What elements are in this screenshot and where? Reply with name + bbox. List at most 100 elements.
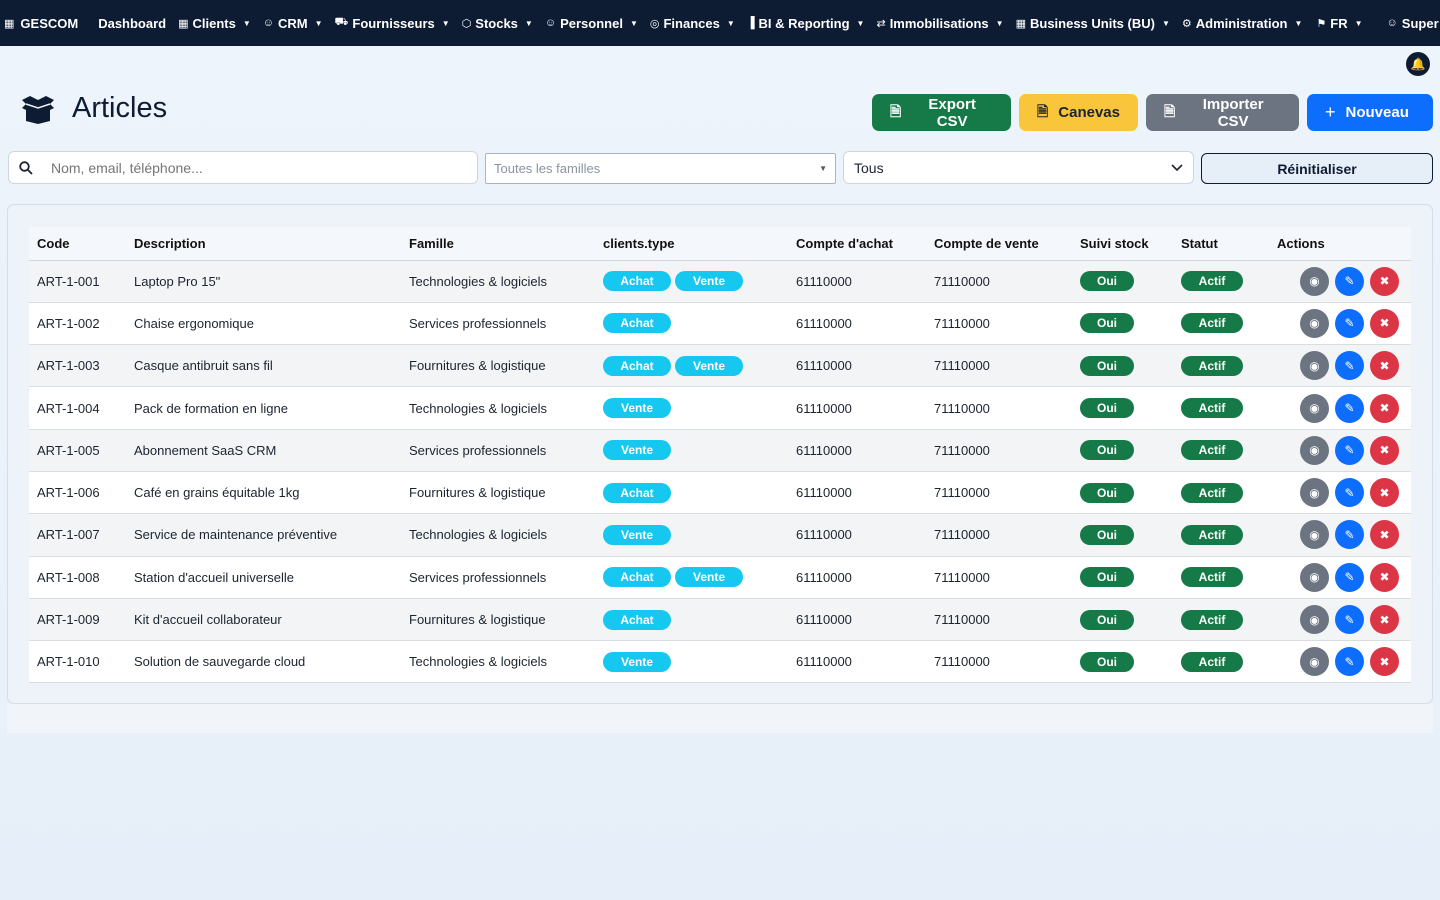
view-button[interactable]: ◉ bbox=[1300, 393, 1329, 423]
pencil-square-icon: ✎ bbox=[1344, 274, 1355, 289]
delete-button[interactable]: ✖ bbox=[1370, 520, 1399, 550]
pencil-square-icon: ✎ bbox=[1344, 443, 1355, 458]
bar-chart-icon: ▐ bbox=[746, 17, 755, 29]
pencil-square-icon: ✎ bbox=[1344, 485, 1355, 500]
edit-button[interactable]: ✎ bbox=[1335, 562, 1364, 592]
trash-icon: ✖ bbox=[1379, 527, 1390, 542]
nav-item-label: Clients bbox=[192, 15, 236, 31]
cell-suivi: Oui bbox=[1072, 514, 1173, 556]
type-select[interactable]: Tous bbox=[843, 151, 1194, 184]
language-menu[interactable]: ⚑ FR ▼ bbox=[1316, 16, 1362, 31]
new-label: Nouveau bbox=[1345, 104, 1409, 121]
view-button[interactable]: ◉ bbox=[1300, 647, 1329, 677]
status-badge: Actif bbox=[1181, 651, 1243, 672]
cell-compte-vente: 71110000 bbox=[934, 485, 990, 501]
view-button[interactable]: ◉ bbox=[1300, 605, 1329, 635]
cell-actions: ◉ ✎ ✖ bbox=[1269, 302, 1411, 344]
nav-item-fournisseurs[interactable]: ⛟ Fournisseurs ▼ bbox=[335, 16, 450, 31]
nav-item-business-units-bu[interactable]: ▦ Business Units (BU) ▼ bbox=[1016, 16, 1170, 31]
delete-button[interactable]: ✖ bbox=[1370, 562, 1399, 592]
cell-statut: Actif bbox=[1173, 260, 1269, 302]
delete-button[interactable]: ✖ bbox=[1370, 351, 1399, 381]
edit-button[interactable]: ✎ bbox=[1335, 308, 1364, 338]
search-icon bbox=[19, 160, 33, 175]
eye-icon: ◉ bbox=[1309, 527, 1320, 542]
cell-statut: Actif bbox=[1173, 345, 1269, 387]
import-csv-button[interactable]: 🗎 Importer CSV bbox=[1146, 94, 1299, 131]
cell-compte-achat: 61110000 bbox=[796, 527, 852, 543]
view-button[interactable]: ◉ bbox=[1300, 435, 1329, 465]
nav-item-personnel[interactable]: ☺ Personnel ▼ bbox=[545, 16, 638, 31]
cell-statut: Actif bbox=[1173, 598, 1269, 640]
delete-button[interactable]: ✖ bbox=[1370, 478, 1399, 508]
eye-icon: ◉ bbox=[1309, 316, 1320, 331]
coins-icon: ◎ bbox=[649, 17, 660, 30]
edit-button[interactable]: ✎ bbox=[1335, 393, 1364, 423]
delete-button[interactable]: ✖ bbox=[1370, 605, 1399, 635]
trash-icon: ✖ bbox=[1379, 654, 1390, 669]
edit-button[interactable]: ✎ bbox=[1335, 351, 1364, 381]
status-badge: Actif bbox=[1181, 440, 1243, 461]
nav-item-crm[interactable]: ☺ CRM ▼ bbox=[263, 16, 323, 31]
canevas-button[interactable]: 🗎 Canevas bbox=[1019, 94, 1138, 131]
edit-button[interactable]: ✎ bbox=[1335, 520, 1364, 550]
cell-suivi: Oui bbox=[1072, 598, 1173, 640]
edit-button[interactable]: ✎ bbox=[1335, 478, 1364, 508]
view-button[interactable]: ◉ bbox=[1300, 478, 1329, 508]
delete-button[interactable]: ✖ bbox=[1370, 393, 1399, 423]
cell-actions: ◉ ✎ ✖ bbox=[1269, 556, 1411, 598]
reset-button[interactable]: Réinitialiser bbox=[1201, 153, 1433, 184]
nav-item-stocks[interactable]: ⬡ Stocks ▼ bbox=[462, 16, 533, 31]
type-badge: Vente bbox=[603, 651, 671, 672]
transfer-icon: ⇄ bbox=[876, 17, 886, 30]
nav-item-clients[interactable]: ▦ Clients ▼ bbox=[178, 16, 251, 31]
view-button[interactable]: ◉ bbox=[1300, 266, 1329, 296]
user-menu[interactable]: ☺ Super Admin ▼ bbox=[1387, 16, 1440, 31]
cell-compte-vente: 71110000 bbox=[934, 273, 990, 289]
edit-button[interactable]: ✎ bbox=[1335, 647, 1364, 677]
nav-item-bi-reporting[interactable]: ▐ BI & Reporting ▼ bbox=[747, 16, 865, 31]
chevron-down-icon: ▼ bbox=[1354, 18, 1363, 28]
delete-button[interactable]: ✖ bbox=[1370, 435, 1399, 465]
people-icon: ☺ bbox=[262, 17, 275, 29]
column-header: Suivi stock bbox=[1072, 227, 1173, 261]
new-button[interactable]: + Nouveau bbox=[1307, 94, 1433, 131]
view-button[interactable]: ◉ bbox=[1300, 308, 1329, 338]
nav-item-finances[interactable]: ◎ Finances ▼ bbox=[650, 16, 735, 31]
delete-button[interactable]: ✖ bbox=[1370, 647, 1399, 677]
cell-compte-vente: 71110000 bbox=[934, 358, 990, 374]
edit-button[interactable]: ✎ bbox=[1335, 266, 1364, 296]
nav-item-dashboard[interactable]: Dashboard bbox=[98, 16, 166, 31]
search-input[interactable] bbox=[51, 159, 451, 176]
notification-bell-icon[interactable]: 🔔 bbox=[1406, 52, 1430, 76]
cell-types: Vente bbox=[595, 514, 788, 556]
view-button[interactable]: ◉ bbox=[1300, 562, 1329, 592]
edit-button[interactable]: ✎ bbox=[1335, 435, 1364, 465]
nav-item-label: Dashboard bbox=[98, 15, 167, 31]
view-button[interactable]: ◉ bbox=[1300, 351, 1329, 381]
family-select[interactable]: Toutes les familles ▼ bbox=[485, 153, 836, 184]
articles-table: Code Description Famille clients.type Compte… bbox=[29, 227, 1411, 683]
column-header: Statut bbox=[1173, 227, 1269, 261]
export-csv-button[interactable]: 🗎 Export CSV bbox=[872, 94, 1011, 131]
truck-icon: ⛟ bbox=[334, 16, 349, 28]
type-badge: Vente bbox=[603, 398, 671, 419]
column-header: Famille bbox=[401, 227, 595, 261]
nav-item-administration[interactable]: ⚙ Administration ▼ bbox=[1182, 16, 1303, 31]
type-badge: Achat bbox=[603, 355, 671, 376]
nav-item-immobilisations[interactable]: ⇄ Immobilisations ▼ bbox=[876, 16, 1003, 31]
delete-button[interactable]: ✖ bbox=[1370, 308, 1399, 338]
cell-types: Achat Vente bbox=[595, 260, 788, 302]
building-icon: ▦ bbox=[178, 17, 189, 30]
edit-button[interactable]: ✎ bbox=[1335, 605, 1364, 635]
cell-famille: Technologies & logiciels bbox=[409, 654, 548, 670]
stock-tracking-badge: Oui bbox=[1080, 524, 1134, 545]
cell-code: ART-1-009 bbox=[37, 612, 100, 628]
brand[interactable]: ▦ GESCOM bbox=[4, 16, 78, 31]
delete-button[interactable]: ✖ bbox=[1370, 266, 1399, 296]
cell-suivi: Oui bbox=[1072, 471, 1173, 513]
cell-suivi: Oui bbox=[1072, 641, 1173, 683]
eye-icon: ◉ bbox=[1309, 443, 1320, 458]
table-row: ART-1-006 Café en grains équitable 1kg Fou… bbox=[29, 471, 1411, 514]
view-button[interactable]: ◉ bbox=[1300, 520, 1329, 550]
